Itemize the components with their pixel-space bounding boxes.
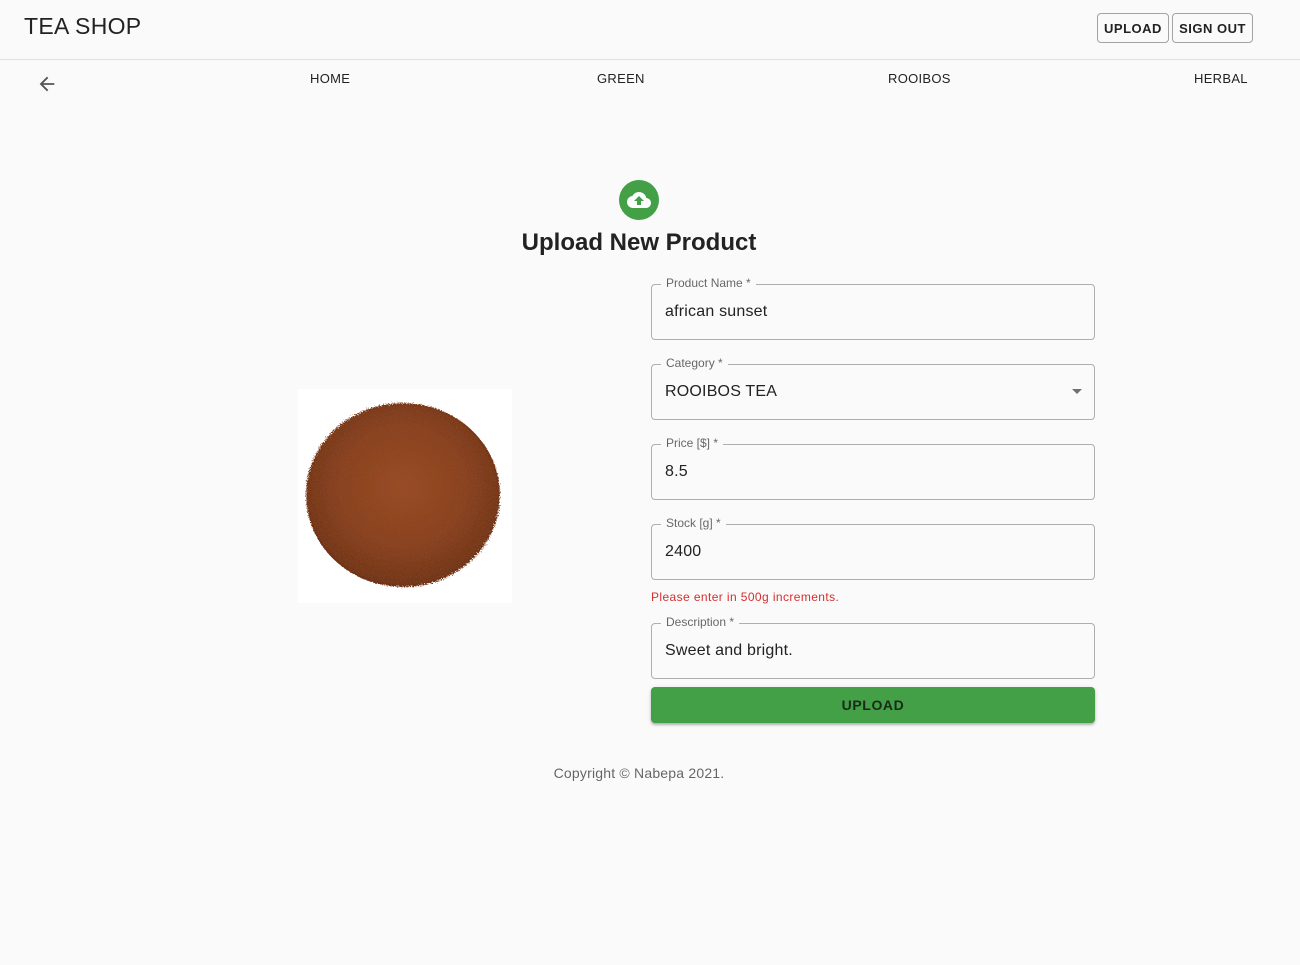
price-label: Price [$] * <box>661 436 724 450</box>
nav-herbal[interactable]: HERBAL <box>1194 71 1248 86</box>
category-value[interactable]: ROOIBOS TEA <box>665 383 777 401</box>
page-title: Upload New Product <box>521 229 757 256</box>
category-select[interactable]: Category * ROOIBOS TEA <box>651 356 1095 420</box>
header-upload-button[interactable]: UPLOAD <box>1097 13 1169 43</box>
price-input[interactable]: 8.5 <box>665 463 688 481</box>
description-input[interactable]: Sweet and bright. <box>665 642 793 660</box>
description-field[interactable]: Description * Sweet and bright. <box>651 615 1095 679</box>
cloud-upload-icon <box>619 180 659 220</box>
category-label: Category * <box>661 356 728 370</box>
product-name-input[interactable]: african sunset <box>665 303 767 321</box>
stock-input[interactable]: 2400 <box>665 543 701 561</box>
app-bar: TEA SHOP UPLOAD SIGN OUT <box>0 0 1300 60</box>
arrow-back-icon[interactable] <box>36 73 58 95</box>
copyright: Copyright © Nabepa 2021. <box>553 765 725 781</box>
stock-field[interactable]: Stock [g] * 2400 <box>651 516 1095 580</box>
price-field[interactable]: Price [$] * 8.5 <box>651 436 1095 500</box>
sign-out-button[interactable]: SIGN OUT <box>1172 13 1253 43</box>
product-name-label: Product Name * <box>661 276 756 290</box>
product-name-field[interactable]: Product Name * african sunset <box>651 276 1095 340</box>
stock-error-text: Please enter in 500g increments. <box>651 590 840 604</box>
submit-upload-button[interactable]: UPLOAD <box>651 687 1095 723</box>
nav-home[interactable]: HOME <box>310 71 350 86</box>
dropdown-arrow-icon[interactable] <box>1072 389 1082 394</box>
description-label: Description * <box>661 615 740 629</box>
nav-green[interactable]: GREEN <box>597 71 645 86</box>
nav-rooibos[interactable]: ROOIBOS <box>888 71 951 86</box>
brand-title[interactable]: TEA SHOP <box>24 13 141 40</box>
product-image <box>298 389 512 603</box>
stock-label: Stock [g] * <box>661 516 726 530</box>
